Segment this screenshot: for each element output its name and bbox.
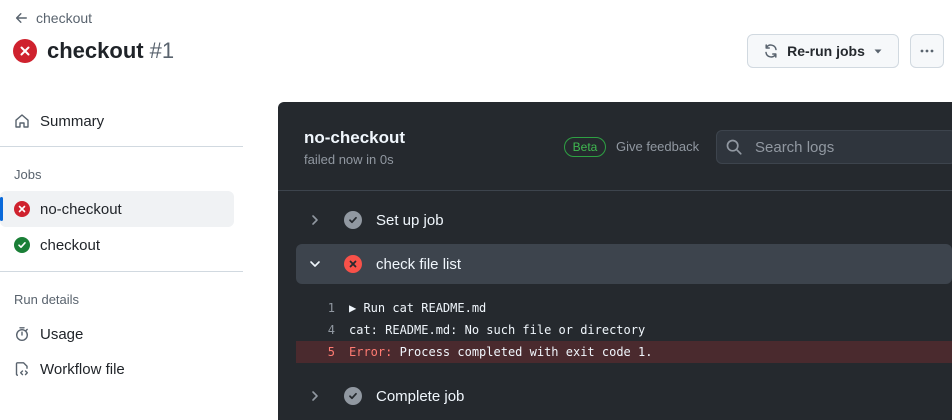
step-complete-job[interactable]: Complete job xyxy=(296,376,952,416)
caret-down-icon xyxy=(874,49,882,54)
log-line[interactable]: 1 ▶ Run cat README.md xyxy=(296,297,952,319)
page-title: checkout xyxy=(47,38,144,63)
file-code-icon xyxy=(15,362,28,376)
check-circle-icon xyxy=(14,237,30,253)
check-circle-icon xyxy=(344,387,362,405)
give-feedback-link[interactable]: Give feedback xyxy=(616,139,699,154)
search-icon xyxy=(726,139,742,155)
beta-badge: Beta xyxy=(564,137,606,157)
log-line-number: 4 xyxy=(327,323,335,337)
x-circle-icon xyxy=(13,39,37,63)
rerun-jobs-label: Re-run jobs xyxy=(787,43,865,59)
jobs-heading: Jobs xyxy=(14,167,42,182)
sidebar-item-no-checkout[interactable]: no-checkout xyxy=(14,191,122,227)
x-circle-icon xyxy=(14,201,30,217)
log-line-number: 5 xyxy=(327,345,335,359)
sidebar-item-label: Workflow file xyxy=(40,360,125,378)
log-line-number: 1 xyxy=(327,301,335,315)
log-line[interactable]: 4 cat: README.md: No such file or direct… xyxy=(296,319,952,341)
search-logs-field[interactable] xyxy=(716,130,952,164)
error-label: Error: xyxy=(349,345,393,359)
sidebar-item-label: Usage xyxy=(40,325,84,343)
panel-divider xyxy=(278,190,952,191)
log-line-text: Process completed with exit code 1. xyxy=(392,345,653,359)
sidebar-item-label: Summary xyxy=(40,112,105,130)
log-line-text: Run cat README.md xyxy=(363,301,487,315)
step-check-file-list[interactable]: check file list xyxy=(296,244,952,284)
sidebar-item-checkout[interactable]: checkout xyxy=(14,227,100,263)
sidebar-item-label: no-checkout xyxy=(40,200,122,218)
active-item-indicator xyxy=(0,197,3,221)
triangle-right-icon: ▶ xyxy=(349,301,364,315)
sidebar-item-workflow-file[interactable]: Workflow file xyxy=(14,351,125,387)
search-logs-input[interactable] xyxy=(753,137,947,157)
chevron-right-icon xyxy=(306,390,324,402)
stopwatch-icon xyxy=(15,327,29,342)
arrow-left-icon xyxy=(15,13,27,23)
chevron-down-icon xyxy=(306,259,324,269)
step-label: Complete job xyxy=(376,387,465,405)
run-details-heading: Run details xyxy=(14,292,80,307)
step-label: check file list xyxy=(376,255,462,273)
check-circle-icon xyxy=(344,211,362,229)
sidebar-divider xyxy=(0,271,243,272)
back-link-label: checkout xyxy=(36,10,93,26)
sidebar-divider xyxy=(0,146,243,147)
more-options-button[interactable] xyxy=(910,34,944,68)
step-label: Set up job xyxy=(376,211,444,229)
log-line-error[interactable]: 5 Error: Process completed with exit cod… xyxy=(296,341,952,363)
home-icon xyxy=(15,114,29,128)
log-line-text: cat: README.md: No such file or director… xyxy=(349,323,646,337)
step-set-up-job[interactable]: Set up job xyxy=(296,200,952,240)
sidebar-item-summary[interactable]: Summary xyxy=(14,103,104,139)
run-number: #1 xyxy=(149,38,175,63)
job-status-text: failed now in 0s xyxy=(304,152,394,167)
sync-icon xyxy=(765,44,777,58)
back-link[interactable]: checkout xyxy=(14,10,92,26)
run-title-row: checkout #1 xyxy=(13,38,174,64)
chevron-right-icon xyxy=(306,214,324,226)
x-circle-icon xyxy=(344,255,362,273)
sidebar-item-label: checkout xyxy=(40,236,101,254)
sidebar-item-usage[interactable]: Usage xyxy=(14,316,83,352)
job-name: no-checkout xyxy=(304,128,406,147)
rerun-jobs-button[interactable]: Re-run jobs xyxy=(747,34,899,68)
kebab-horizontal-icon xyxy=(920,49,934,53)
